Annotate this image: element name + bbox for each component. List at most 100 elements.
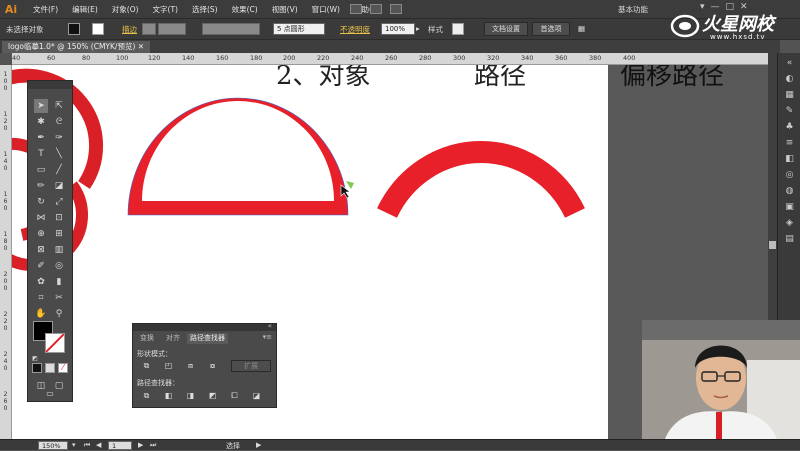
- document-setup-button[interactable]: 文档设置: [484, 22, 528, 36]
- appearance-icon[interactable]: ◍: [783, 185, 796, 197]
- default-colors-icon[interactable]: ◩: [31, 355, 39, 363]
- expand-button[interactable]: 扩展: [231, 360, 271, 372]
- selection-tool-icon[interactable]: ➤: [34, 99, 48, 113]
- color-mode-icon[interactable]: [32, 363, 42, 373]
- trim-icon[interactable]: ◧: [163, 391, 174, 401]
- artboards-icon[interactable]: ▤: [783, 233, 796, 245]
- gradient-tool-icon[interactable]: ▥: [52, 243, 66, 257]
- gradient-icon[interactable]: ◧: [783, 153, 796, 165]
- ruler-horizontal[interactable]: 40 60 80 100 120 140 160 180 200 220 240…: [12, 53, 768, 65]
- zoom-dropdown-icon[interactable]: ▾: [72, 441, 76, 449]
- variable-width-profile[interactable]: [202, 23, 260, 35]
- lasso-tool-icon[interactable]: ᘓ: [52, 115, 66, 129]
- direct-selection-tool-icon[interactable]: ⇱: [52, 99, 66, 113]
- bridge-icon[interactable]: [350, 4, 362, 14]
- symbol-sprayer-tool-icon[interactable]: ✿: [34, 275, 48, 289]
- free-transform-tool-icon[interactable]: ⊡: [52, 211, 66, 225]
- paintbrush-tool-icon[interactable]: ╱: [52, 163, 66, 177]
- workspace-switcher[interactable]: 基本功能: [618, 4, 648, 15]
- menu-effect[interactable]: 效果(C): [225, 4, 265, 15]
- panel-menu-icon[interactable]: ▾≡: [263, 333, 272, 341]
- menu-select[interactable]: 选择(S): [185, 4, 225, 15]
- opacity-field[interactable]: 100%: [381, 23, 415, 35]
- exclude-icon[interactable]: ⧇: [207, 361, 218, 371]
- eyedropper-tool-icon[interactable]: ✐: [34, 259, 48, 273]
- opacity-label[interactable]: 不透明度: [340, 24, 370, 35]
- tab-document[interactable]: logo临摹1.0* @ 150% (CMYK/预览) ✕: [2, 41, 151, 53]
- tab-close-icon[interactable]: ✕: [138, 42, 144, 51]
- none-mode-icon[interactable]: ⁄: [58, 363, 68, 373]
- curvature-tool-icon[interactable]: ✑: [52, 131, 66, 145]
- prev-artboard-icon[interactable]: ◀: [96, 441, 101, 449]
- unite-icon[interactable]: ⧉: [141, 361, 152, 371]
- outline-icon[interactable]: ⧠: [229, 391, 240, 401]
- menu-window[interactable]: 窗口(W): [305, 4, 347, 15]
- stroke-weight-field[interactable]: [158, 23, 186, 35]
- first-artboard-icon[interactable]: ⏮: [84, 441, 90, 450]
- eraser-tool-icon[interactable]: ◪: [52, 179, 66, 193]
- menu-type[interactable]: 文字(T): [146, 4, 185, 15]
- tab-transform[interactable]: 变换: [137, 333, 157, 344]
- menu-edit[interactable]: 编辑(E): [65, 4, 105, 15]
- arrange-documents-icon[interactable]: [370, 4, 382, 14]
- symbols-icon[interactable]: ♣: [783, 121, 796, 133]
- zoom-field[interactable]: 150%: [38, 441, 68, 450]
- column-graph-tool-icon[interactable]: ▮: [52, 275, 66, 289]
- brush-icon[interactable]: [390, 4, 402, 14]
- transparency-icon[interactable]: ◎: [783, 169, 796, 181]
- divide-icon[interactable]: ⧉: [141, 391, 152, 401]
- collapse-panels-icon[interactable]: «: [783, 57, 796, 69]
- tools-panel-header[interactable]: [28, 81, 72, 89]
- tab-pathfinder[interactable]: 路径查找器: [187, 333, 228, 344]
- color-icon[interactable]: ◐: [783, 73, 796, 85]
- artboard-tool-icon[interactable]: ⌗: [34, 291, 48, 305]
- ruler-vertical[interactable]: 1 0 0 1 2 0 1 4 0 1 6 0 1 8 0 2 0 0 2 2 …: [0, 65, 12, 439]
- last-artboard-icon[interactable]: ⏭: [150, 441, 156, 450]
- graphic-styles-icon[interactable]: ▣: [783, 201, 796, 213]
- brushes-icon[interactable]: ✎: [783, 105, 796, 117]
- arrange-icon[interactable]: ▦: [578, 24, 585, 33]
- slice-tool-icon[interactable]: ✂: [52, 291, 66, 305]
- screen-mode-icon[interactable]: ▭: [43, 387, 57, 401]
- layers-icon[interactable]: ◈: [783, 217, 796, 229]
- zoom-tool-icon[interactable]: ⚲: [52, 307, 66, 321]
- intersect-icon[interactable]: ⧈: [185, 361, 196, 371]
- crop-icon[interactable]: ◩: [207, 391, 218, 401]
- pen-tool-icon[interactable]: ✒: [34, 131, 48, 145]
- status-menu-icon[interactable]: ▶: [256, 441, 261, 449]
- stroke-label[interactable]: 描边: [122, 24, 137, 35]
- width-tool-icon[interactable]: ⋈: [34, 211, 48, 225]
- perspective-grid-tool-icon[interactable]: ⊞: [52, 227, 66, 241]
- minus-back-icon[interactable]: ◪: [251, 391, 262, 401]
- preferences-button[interactable]: 首选项: [532, 22, 570, 36]
- rotate-tool-icon[interactable]: ↻: [34, 195, 48, 209]
- stroke-weight-stepper[interactable]: [142, 23, 156, 35]
- merge-icon[interactable]: ◨: [185, 391, 196, 401]
- shape-builder-tool-icon[interactable]: ⊕: [34, 227, 48, 241]
- stroke-icon[interactable]: ≡: [783, 137, 796, 149]
- next-artboard-icon[interactable]: ▶: [138, 441, 143, 449]
- graphic-style-swatch[interactable]: [452, 23, 464, 35]
- fill-swatch[interactable]: [68, 23, 80, 35]
- blend-tool-icon[interactable]: ◎: [52, 259, 66, 273]
- brush-definition[interactable]: 5 点圆形: [273, 23, 325, 35]
- opacity-dropdown-icon[interactable]: ▸: [416, 24, 420, 33]
- minus-front-icon[interactable]: ◰: [163, 361, 174, 371]
- line-tool-icon[interactable]: ╲: [52, 147, 66, 161]
- pencil-tool-icon[interactable]: ✏: [34, 179, 48, 193]
- menu-view[interactable]: 视图(V): [265, 4, 305, 15]
- menu-object[interactable]: 对象(O): [105, 4, 146, 15]
- scale-tool-icon[interactable]: ⤢: [52, 195, 66, 209]
- stroke-swatch[interactable]: [92, 23, 104, 35]
- magic-wand-tool-icon[interactable]: ✱: [34, 115, 48, 129]
- menu-file[interactable]: 文件(F): [26, 4, 65, 15]
- tab-align[interactable]: 对齐: [163, 333, 183, 344]
- semicircle-object-shape[interactable]: [127, 97, 349, 216]
- rectangle-tool-icon[interactable]: ▭: [34, 163, 48, 177]
- pathfinder-panel-header[interactable]: «: [133, 322, 276, 331]
- arc-path-shape[interactable]: [377, 141, 585, 218]
- swatches-icon[interactable]: ▦: [783, 89, 796, 101]
- mesh-tool-icon[interactable]: ⊠: [34, 243, 48, 257]
- panel-collapse-icon[interactable]: «: [268, 322, 272, 330]
- stroke-color-box[interactable]: [45, 333, 65, 353]
